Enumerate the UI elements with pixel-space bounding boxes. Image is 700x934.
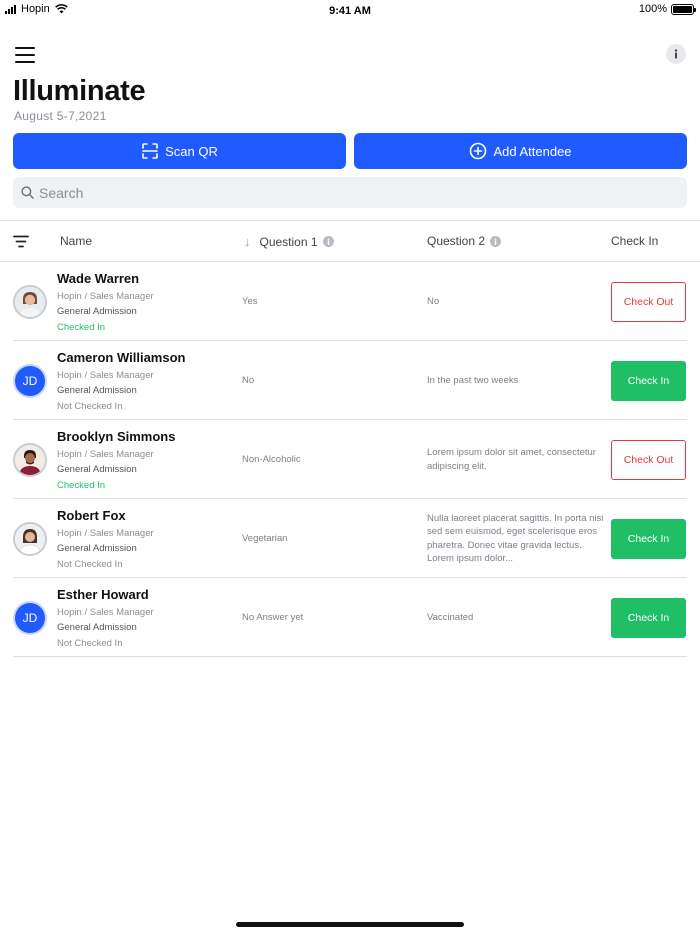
attendee-status: Checked In: [57, 322, 106, 333]
attendee-role: Hopin / Sales Manager: [57, 370, 154, 381]
battery-percent: 100%: [638, 3, 667, 15]
question2-answer: No: [427, 295, 440, 307]
attendee-status: Checked In: [57, 480, 106, 491]
attendee-role: Hopin / Sales Manager: [57, 528, 154, 539]
column-check-in-label: Check In: [611, 234, 659, 248]
qr-scan-icon: [142, 143, 158, 159]
filter-icon[interactable]: [13, 235, 29, 248]
attendee-role: Hopin / Sales Manager: [57, 607, 154, 618]
attendee-status: Not Checked In: [57, 401, 123, 412]
search-input[interactable]: [39, 184, 639, 201]
question1-answer: Non-Alcoholic: [242, 454, 301, 465]
check-out-button[interactable]: Check Out: [611, 282, 686, 322]
check-in-button[interactable]: Check In: [611, 519, 686, 559]
attendee-ticket: General Admission: [57, 622, 137, 633]
status-bar: Hopin 9:41 AM 100%: [0, 0, 700, 22]
attendee-name: Wade Warren: [57, 271, 140, 286]
attendee-ticket: General Admission: [57, 306, 137, 317]
table-row[interactable]: Wade Warren Hopin / Sales Manager Genera…: [13, 262, 687, 341]
column-name-label: Name: [60, 234, 93, 248]
info-icon[interactable]: [666, 44, 686, 64]
avatar: [13, 443, 47, 477]
avatar: [13, 522, 47, 556]
attendee-name: Brooklyn Simmons: [57, 429, 176, 444]
column-question1-label: Question 1: [259, 234, 318, 249]
avatar: JD: [13, 364, 47, 398]
question1-answer: No Answer yet: [242, 612, 304, 623]
status-right: 100%: [638, 3, 696, 15]
attendee-ticket: General Admission: [57, 464, 137, 475]
question1-answer: Vegetarian: [242, 533, 288, 544]
question1-info-icon[interactable]: [322, 236, 334, 247]
add-attendee-button[interactable]: Add Attendee: [354, 133, 687, 169]
column-header-name[interactable]: Name: [60, 234, 92, 248]
event-date: August 5-7,2021: [14, 109, 107, 123]
attendee-name: Cameron Williamson: [57, 350, 186, 365]
attendee-ticket: General Admission: [57, 543, 137, 554]
search-icon: [21, 186, 34, 199]
scan-qr-label: Scan QR: [165, 143, 218, 159]
attendee-ticket: General Admission: [57, 385, 137, 396]
search-bar[interactable]: [13, 177, 687, 208]
battery-icon: [671, 3, 696, 15]
home-indicator[interactable]: [236, 922, 464, 927]
column-header-question1[interactable]: ↓ Question 1: [244, 234, 334, 249]
check-out-button[interactable]: Check Out: [611, 440, 686, 480]
table-row[interactable]: Robert Fox Hopin / Sales Manager General…: [13, 499, 687, 578]
hamburger-menu-icon[interactable]: [15, 47, 35, 63]
attendee-status: Not Checked In: [57, 559, 123, 570]
table-row[interactable]: Brooklyn Simmons Hopin / Sales Manager G…: [13, 420, 687, 499]
column-header-question2[interactable]: Question 2: [427, 234, 502, 248]
question1-answer: No: [242, 375, 255, 386]
question1-answer: Yes: [242, 296, 258, 307]
attendee-name: Esther Howard: [57, 587, 149, 602]
check-in-button[interactable]: Check In: [611, 361, 686, 401]
question2-info-icon[interactable]: [490, 235, 502, 247]
scan-qr-button[interactable]: Scan QR: [13, 133, 346, 169]
attendee-name: Robert Fox: [57, 508, 126, 523]
avatar: [13, 285, 47, 319]
question2-answer: Lorem ipsum dolor sit amet, consectetur …: [427, 447, 596, 472]
table-header: Name ↓ Question 1 Question 2 Check In: [0, 220, 700, 262]
table-row[interactable]: JD Cameron Williamson Hopin / Sales Mana…: [13, 341, 687, 420]
question2-answer: Nulla laoreet placerat sagittis. In port…: [427, 512, 604, 565]
attendee-role: Hopin / Sales Manager: [57, 291, 154, 302]
column-header-check-in: Check In: [611, 234, 658, 248]
add-attendee-label: Add Attendee: [493, 143, 572, 159]
avatar: JD: [13, 601, 47, 635]
attendee-status: Not Checked In: [57, 638, 123, 649]
check-in-button[interactable]: Check In: [611, 598, 686, 638]
attendee-role: Hopin / Sales Manager: [57, 449, 154, 460]
question2-answer: In the past two weeks: [427, 374, 519, 386]
column-question2-label: Question 2: [427, 234, 486, 248]
question2-answer: Vaccinated: [427, 611, 474, 623]
sort-down-arrow-icon: ↓: [244, 234, 251, 249]
table-row[interactable]: JD Esther Howard Hopin / Sales Manager G…: [13, 578, 687, 657]
status-time: 9:41 AM: [329, 5, 371, 17]
page-title: Illuminate: [13, 75, 146, 107]
plus-circle-icon: [470, 142, 487, 160]
